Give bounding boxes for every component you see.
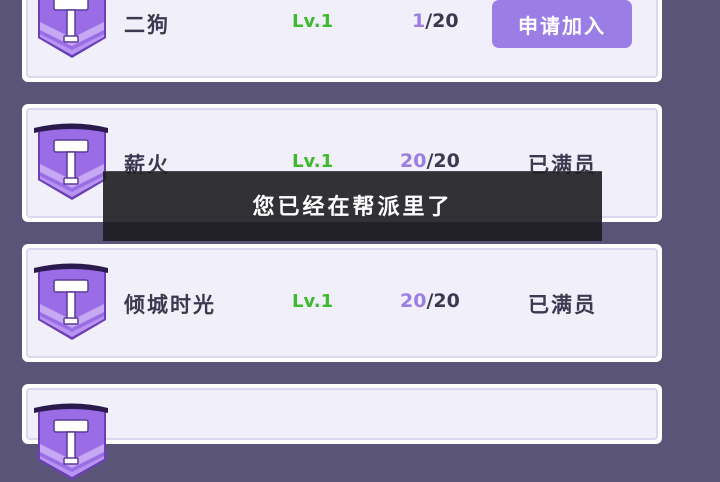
guild-card: 二狗 Lv.1 1/20 申请加入 (22, 0, 662, 82)
guild-member-count: 20/20 (400, 290, 460, 312)
hammer-banner-icon (32, 116, 110, 202)
guild-name: 二狗 (124, 13, 170, 37)
guild-members-current: 1 (412, 10, 426, 32)
toast-message: 您已经在帮派里了 (103, 171, 602, 241)
guild-card-inner (26, 388, 658, 440)
guild-level: Lv.1 (292, 151, 334, 172)
guild-level: Lv.1 (292, 291, 334, 312)
guild-name: 倾城时光 (124, 293, 216, 317)
guild-card (22, 384, 662, 444)
guild-member-count: 1/20 (412, 10, 459, 32)
join-guild-button[interactable]: 申请加入 (492, 0, 632, 48)
hammer-banner-icon (32, 0, 110, 60)
toast-text: 您已经在帮派里了 (252, 194, 453, 220)
guild-members-max: /20 (425, 10, 459, 32)
guild-members-max: /20 (426, 290, 460, 312)
hammer-banner-icon (32, 396, 110, 482)
guild-level: Lv.1 (292, 11, 334, 32)
guild-card: 倾城时光 Lv.1 20/20 已满员 (22, 244, 662, 362)
guild-members-max: /20 (426, 150, 460, 172)
hammer-banner-icon (32, 256, 110, 342)
guild-full-status: 已满员 (528, 293, 597, 317)
guild-member-count: 20/20 (400, 150, 460, 172)
guild-members-current: 20 (400, 290, 427, 312)
guild-members-current: 20 (400, 150, 427, 172)
